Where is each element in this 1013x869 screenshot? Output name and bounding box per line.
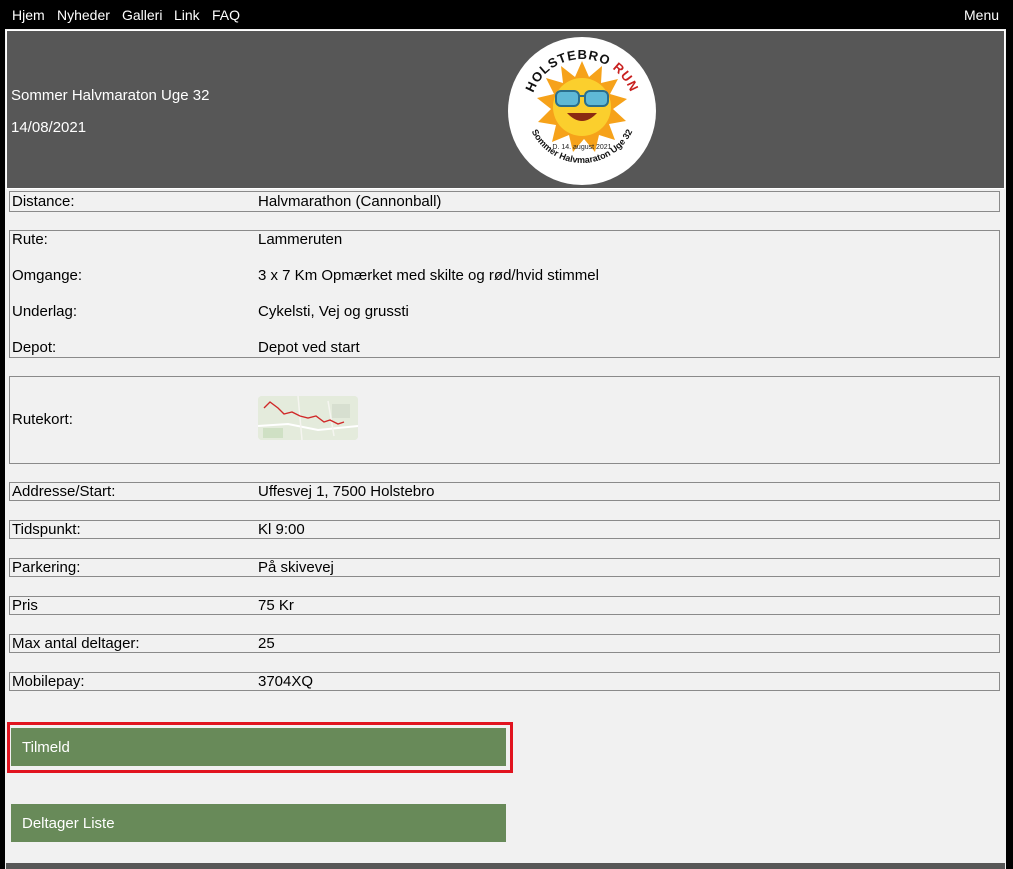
mobilepay-label: Mobilepay: [12, 673, 85, 690]
race-logo: HOLSTEBRO RUN D. 14. august 2021 Sommer … [508, 37, 656, 185]
route-map-thumbnail[interactable] [258, 396, 358, 440]
time-value: Kl 9:00 [258, 521, 305, 538]
frame-border-right [1006, 29, 1013, 869]
participant-list-button[interactable]: Deltager Liste [11, 804, 506, 842]
address-label: Addresse/Start: [12, 483, 116, 500]
participant-list-button-label: Deltager Liste [22, 815, 115, 832]
depot-label: Depot: [12, 339, 57, 356]
route-map-label: Rutekort: [12, 411, 73, 428]
distance-label: Distance: [12, 193, 75, 210]
time-label: Tidspunkt: [12, 521, 81, 538]
nav-link-faq[interactable]: FAQ [212, 7, 240, 23]
route-group [9, 230, 1000, 358]
nav-link-hjem[interactable]: Hjem [12, 7, 45, 23]
price-value: 75 Kr [258, 597, 294, 614]
route-value: Lammeruten [258, 231, 343, 248]
max-participants-row [9, 634, 1000, 653]
max-participants-value: 25 [258, 635, 275, 652]
race-date: 14/08/2021 [11, 119, 87, 136]
logo-date-text: D. 14. august 2021 [552, 144, 611, 151]
route-map-icon [258, 396, 358, 440]
nav-link-galleri[interactable]: Galleri [122, 7, 162, 23]
parking-label: Parkering: [12, 559, 81, 576]
route-map-row [9, 376, 1000, 464]
race-header [6, 30, 1005, 189]
distance-row [9, 191, 1000, 212]
surface-value: Cykelsti, Vej og grussti [258, 303, 409, 320]
nav-link-nyheder[interactable]: Nyheder [57, 7, 110, 23]
menu-button[interactable]: Menu [964, 7, 999, 23]
route-label: Rute: [12, 231, 48, 248]
logo-top-text-2: RUN [610, 59, 642, 94]
frame-border-left [0, 29, 5, 869]
laps-value: 3 x 7 Km Opmærket med skilte og rød/hvid… [258, 267, 599, 284]
depot-value: Depot ved start [258, 339, 360, 356]
price-row [9, 596, 1000, 615]
nav-link-link[interactable]: Link [174, 7, 200, 23]
signup-button[interactable]: Tilmeld [11, 728, 506, 766]
distance-value: Halvmarathon (Cannonball) [258, 193, 442, 210]
surface-label: Underlag: [12, 303, 78, 320]
top-navbar: Hjem Nyheder Galleri Link FAQ Menu [0, 0, 1013, 29]
sun-with-sunglasses-icon: HOLSTEBRO RUN D. 14. august 2021 Sommer … [522, 47, 642, 165]
price-label: Pris [12, 597, 38, 614]
signup-button-label: Tilmeld [22, 739, 70, 756]
mobilepay-value: 3704XQ [258, 673, 314, 690]
address-row [9, 482, 1000, 501]
footer-bar [6, 863, 1005, 869]
address-value: Uffesvej 1, 7500 Holstebro [258, 483, 435, 500]
parking-row [9, 558, 1000, 577]
race-title: Sommer Halvmaraton Uge 32 [11, 87, 210, 104]
time-row [9, 520, 1000, 539]
mobilepay-row [9, 672, 1000, 691]
parking-value: På skivevej [258, 559, 334, 576]
laps-label: Omgange: [12, 267, 83, 284]
max-participants-label: Max antal deltager: [12, 635, 140, 652]
